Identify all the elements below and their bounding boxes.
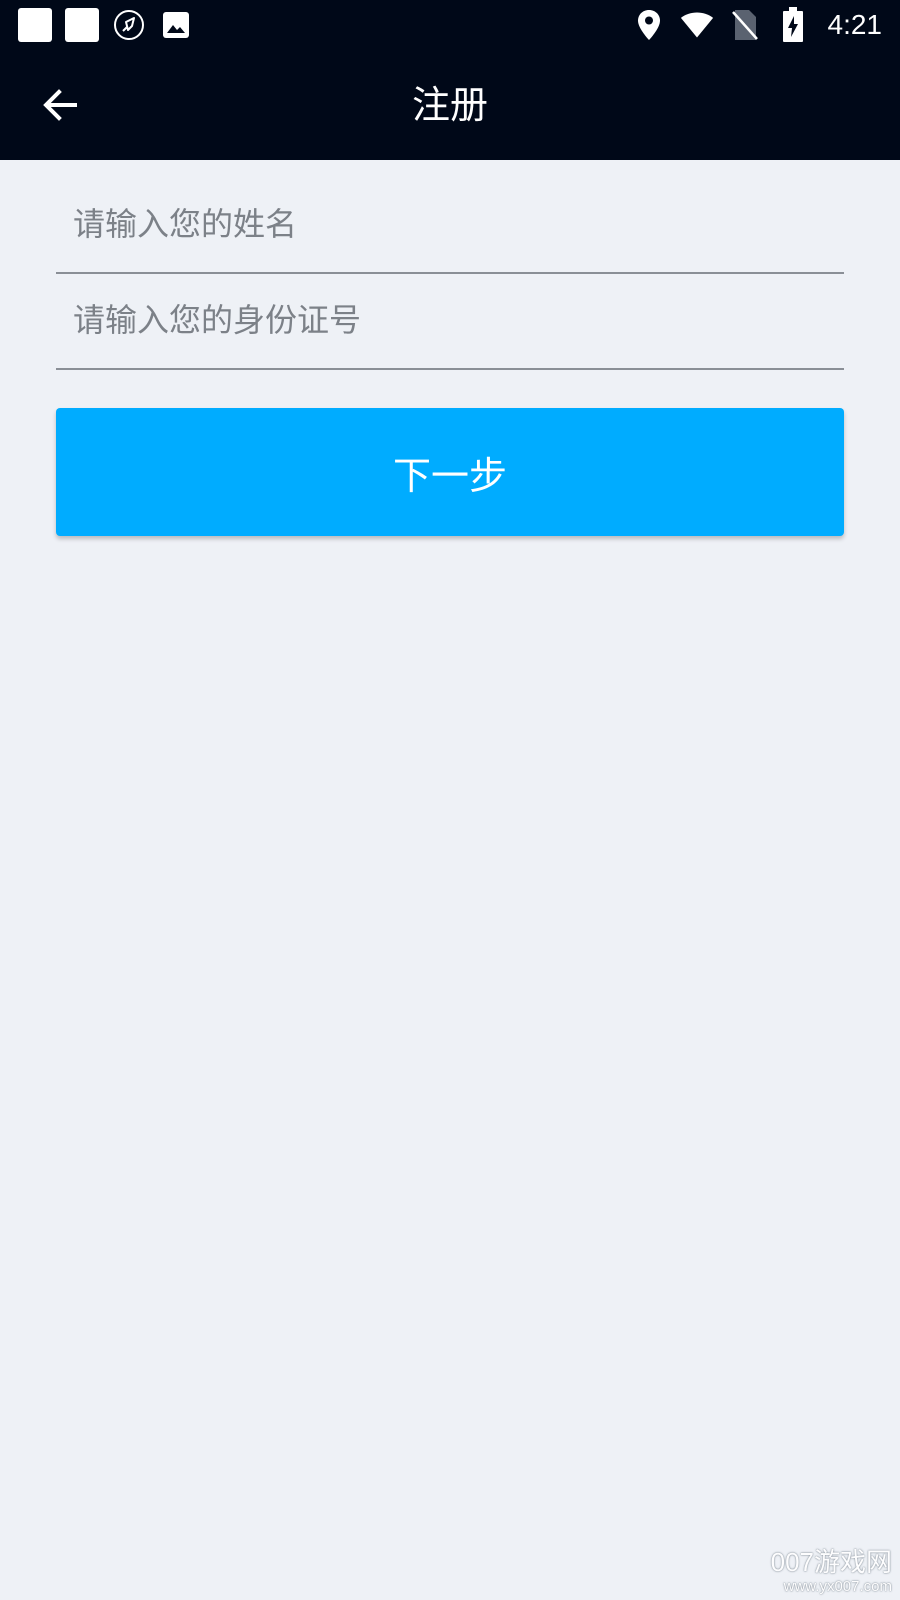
status-bar-notifications: [18, 6, 206, 44]
notification-square-icon: [18, 8, 52, 42]
battery-charging-icon: [776, 7, 810, 42]
id-number-field: [56, 272, 844, 370]
status-bar-time: 4:21: [827, 9, 883, 40]
image-icon: [159, 8, 193, 42]
location-pin-icon: [632, 8, 666, 42]
status-bar: 4:21: [0, 0, 900, 50]
name-input[interactable]: [56, 176, 844, 272]
page-title: 注册: [411, 83, 488, 127]
app-bar: 注册: [0, 50, 900, 160]
name-field: [56, 176, 844, 274]
notification-square-icon: [65, 8, 99, 42]
id-number-input[interactable]: [56, 272, 844, 368]
status-bar-system: 4:21: [628, 6, 883, 44]
no-sim-icon: [728, 8, 762, 42]
rocket-icon: [112, 8, 146, 42]
wifi-icon: [680, 8, 714, 42]
watermark-url: www.yx007.com: [783, 1578, 892, 1595]
next-step-button[interactable]: 下一步: [56, 408, 844, 536]
watermark: 007游戏网 www.yx007.com: [771, 1546, 892, 1596]
watermark-text: 007游戏网: [770, 1547, 892, 1577]
